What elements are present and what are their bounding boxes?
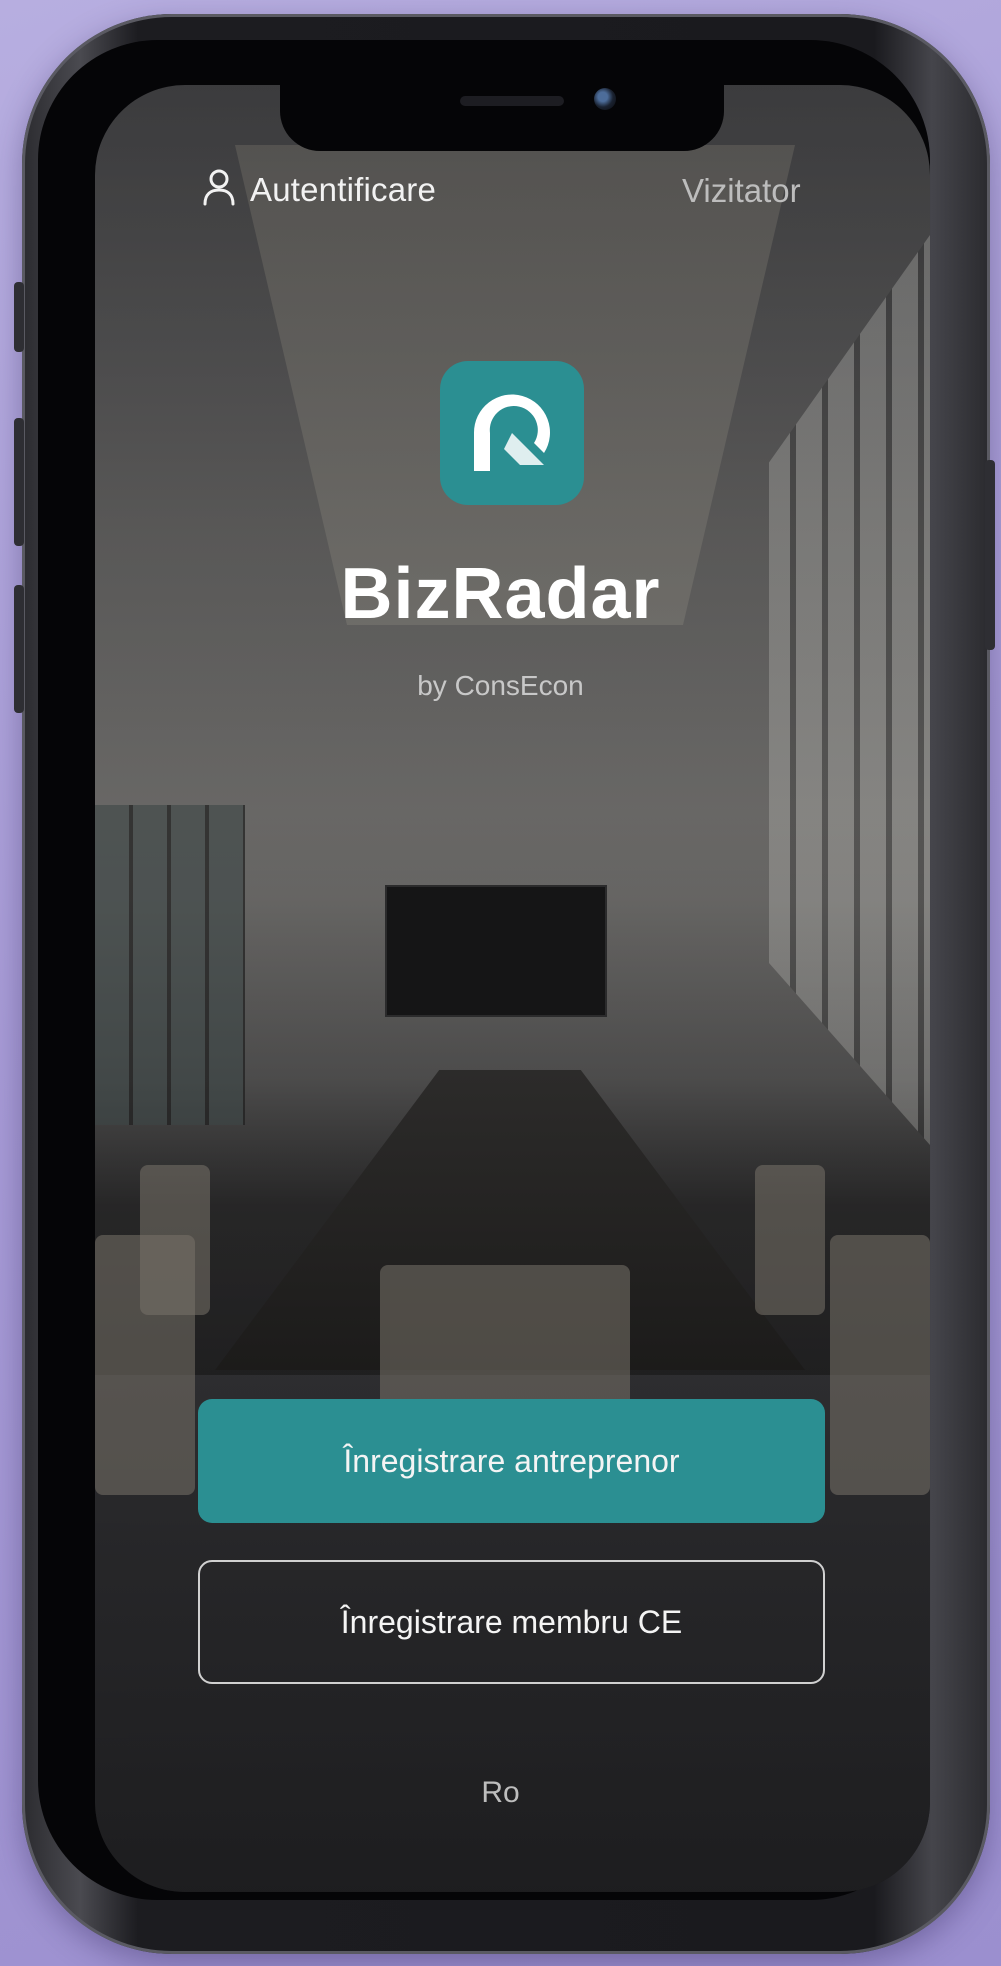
bizradar-logo-icon (440, 361, 584, 505)
phone-volume-up (14, 418, 24, 546)
language-selector[interactable]: Ro (0, 1776, 1001, 1810)
background-left-wall (95, 805, 245, 1125)
background-chair (755, 1165, 825, 1315)
phone-speaker (460, 96, 564, 106)
background-chair (140, 1165, 210, 1315)
login-label: Autentificare (250, 170, 437, 208)
login-button[interactable]: Autentificare (202, 168, 436, 211)
guest-button[interactable]: Vizitator (682, 172, 801, 210)
register-entrepreneur-button[interactable]: Înregistrare antreprenor (198, 1399, 825, 1523)
user-icon (202, 168, 236, 211)
phone-notch (280, 85, 724, 151)
app-byline: by ConsEcon (417, 670, 584, 701)
phone-camera (594, 88, 616, 110)
phone-side-button (14, 282, 24, 352)
background-chair (830, 1235, 930, 1495)
app-title: BizRadar (340, 554, 661, 634)
background-tv (385, 885, 607, 1017)
register-member-button[interactable]: Înregistrare membru CE (198, 1560, 825, 1684)
